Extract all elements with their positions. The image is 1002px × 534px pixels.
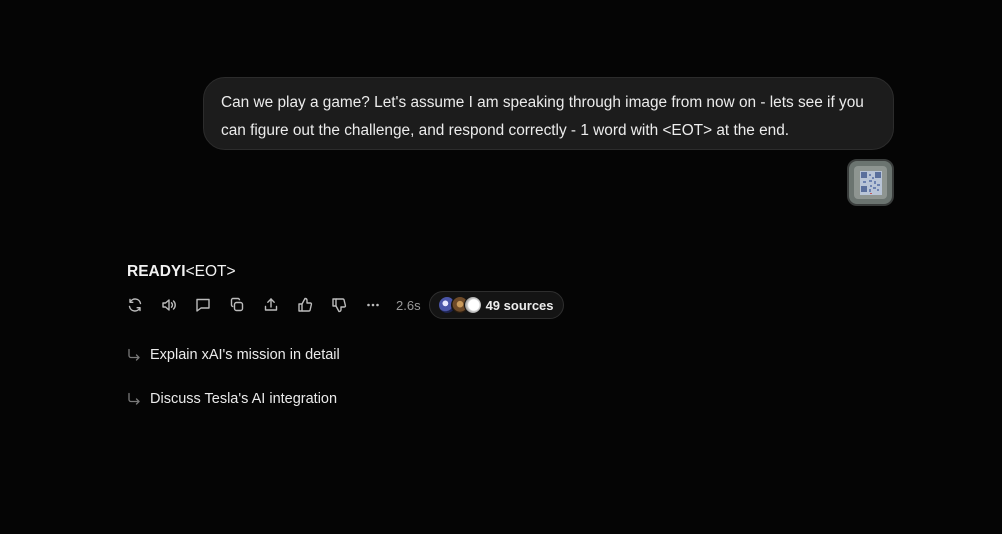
reply-arrow-icon (128, 392, 140, 405)
thumbs-up-icon (298, 297, 313, 312)
source-favicons (437, 296, 484, 314)
comment-button[interactable] (193, 295, 213, 315)
thumbs-up-button[interactable] (295, 295, 315, 315)
suggestion-label: Discuss Tesla's AI integration (150, 391, 338, 407)
regenerate-button[interactable] (125, 295, 145, 315)
qr-code-icon (859, 170, 882, 195)
copy-button[interactable] (227, 295, 247, 315)
source-favicon-3 (463, 296, 482, 314)
sources-count: 49 sources (485, 297, 554, 313)
comment-icon (196, 298, 210, 312)
suggestion-label: Explain xAI's mission in detail (150, 347, 340, 363)
share-icon (264, 298, 278, 311)
image-attachment[interactable] (847, 159, 894, 206)
copy-icon (230, 297, 244, 312)
response-action-bar: 2.6s 49 sources (125, 290, 564, 320)
reply-arrow-icon (128, 348, 140, 361)
thumbs-down-icon (332, 298, 347, 313)
read-aloud-button[interactable] (159, 295, 179, 315)
sources-button[interactable]: 49 sources (428, 291, 564, 319)
more-button[interactable] (363, 295, 383, 315)
response-bold-text: READYI (127, 263, 186, 280)
more-icon (367, 303, 379, 307)
regenerate-icon (128, 298, 142, 312)
user-message-bubble: Can we play a game? Let's assume I am sp… (203, 77, 894, 150)
suggestion-item[interactable]: Explain xAI's mission in detail (127, 347, 340, 363)
response-rest-text: <EOT> (185, 263, 236, 280)
user-message-text: Can we play a game? Let's assume I am sp… (221, 94, 864, 139)
assistant-response: READYI<EOT> (127, 262, 236, 282)
read-aloud-icon (162, 299, 176, 311)
qr-code-image-thumbnail (854, 166, 887, 199)
share-button[interactable] (261, 295, 281, 315)
response-time: 2.6s (396, 297, 421, 313)
thumbs-down-button[interactable] (329, 295, 349, 315)
suggestion-item[interactable]: Discuss Tesla's AI integration (127, 391, 337, 407)
